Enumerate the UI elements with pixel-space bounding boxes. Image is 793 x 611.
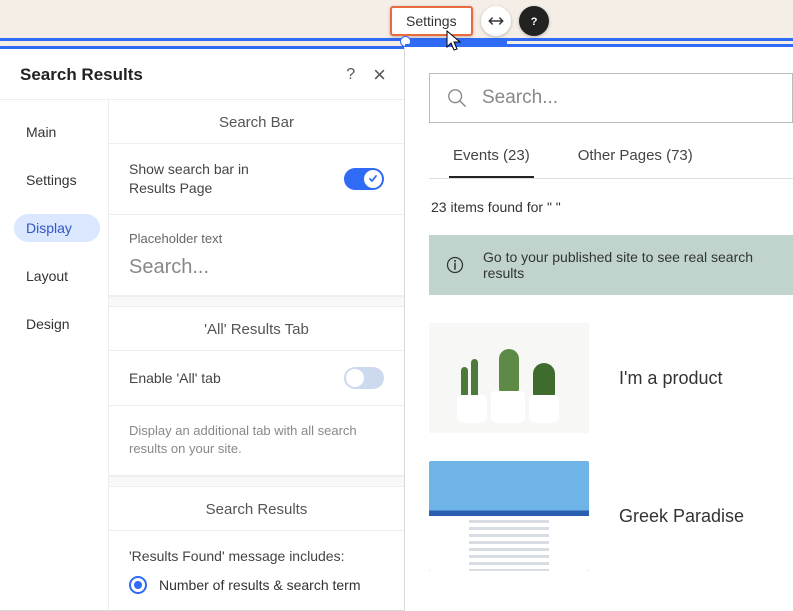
all-desc-text: Display an additional tab with all searc…	[129, 422, 384, 458]
section-heading-searchbar: Search Bar	[109, 100, 404, 143]
arrows-horizontal-icon	[487, 12, 505, 30]
panel-close-button[interactable]: ×	[373, 68, 386, 82]
enable-all-toggle[interactable]	[344, 367, 384, 389]
show-searchbar-card: Show search bar in Results Page	[109, 143, 404, 215]
placeholder-label: Placeholder text	[129, 231, 384, 246]
preview-result-tabs: Events (23) Other Pages (73)	[429, 147, 793, 178]
side-tabs: Main Settings Display Layout Design	[0, 100, 108, 610]
result-thumb	[429, 461, 589, 571]
tabs-divider	[429, 178, 793, 179]
result-item[interactable]: Greek Paradise	[429, 461, 793, 571]
help-button[interactable]: ?	[519, 6, 549, 36]
radio-number-term[interactable]	[129, 576, 147, 594]
side-tab-display[interactable]: Display	[14, 214, 100, 242]
side-tab-design[interactable]: Design	[14, 310, 100, 338]
settings-panel: Search Results ? × Main Settings Display…	[0, 48, 405, 611]
results-found-card: 'Results Found' message includes: Number…	[109, 530, 404, 610]
question-icon: ?	[525, 12, 543, 30]
show-searchbar-toggle[interactable]	[344, 168, 384, 190]
side-tab-layout[interactable]: Layout	[14, 262, 100, 290]
settings-button-label: Settings	[406, 13, 457, 29]
items-found-text: 23 items found for " "	[431, 199, 793, 215]
result-thumb	[429, 323, 589, 433]
tab-other-pages[interactable]: Other Pages (73)	[574, 147, 697, 178]
search-icon	[446, 87, 468, 109]
panel-title: Search Results	[20, 65, 143, 85]
preview-search-box[interactable]: Search...	[429, 73, 793, 123]
enable-all-label: Enable 'All' tab	[129, 369, 221, 388]
result-title: Greek Paradise	[619, 506, 744, 527]
tab-events[interactable]: Events (23)	[449, 147, 534, 178]
results-found-label: 'Results Found' message includes:	[129, 547, 384, 566]
info-icon	[445, 255, 465, 275]
result-title: I'm a product	[619, 368, 722, 389]
result-item[interactable]: I'm a product	[429, 323, 793, 433]
panel-header: Search Results ? ×	[0, 49, 404, 100]
placeholder-card: Placeholder text Search...	[109, 215, 404, 296]
mouse-cursor-icon	[446, 30, 464, 54]
check-icon	[368, 174, 378, 184]
all-desc-card: Display an additional tab with all searc…	[109, 406, 404, 475]
svg-text:?: ?	[530, 16, 537, 28]
stretch-button[interactable]	[481, 6, 511, 36]
radio-number-term-label: Number of results & search term	[159, 577, 361, 593]
side-tab-settings[interactable]: Settings	[14, 166, 100, 194]
section-heading-searchresults: Search Results	[109, 487, 404, 530]
side-tab-main[interactable]: Main	[14, 118, 100, 146]
radio-option-row[interactable]: Number of results & search term	[129, 576, 384, 594]
preview-notice-text: Go to your published site to see real se…	[483, 249, 777, 281]
section-heading-alltab: 'All' Results Tab	[109, 307, 404, 350]
show-searchbar-label: Show search bar in Results Page	[129, 160, 299, 198]
enable-all-card: Enable 'All' tab	[109, 350, 404, 406]
panel-content: Search Bar Show search bar in Results Pa…	[108, 100, 404, 610]
panel-help-button[interactable]: ?	[346, 66, 355, 84]
preview-search-placeholder: Search...	[482, 87, 558, 109]
search-results-preview: Search... Events (23) Other Pages (73) 2…	[405, 44, 793, 611]
canvas-toolbar: Settings ? Search Results	[0, 0, 793, 41]
preview-notice: Go to your published site to see real se…	[429, 235, 793, 295]
placeholder-input[interactable]: Search...	[129, 256, 384, 279]
